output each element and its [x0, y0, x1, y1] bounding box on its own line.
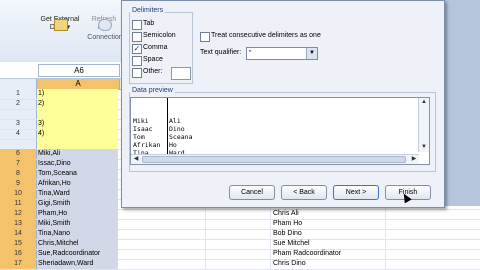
- scroll-left-icon[interactable]: ◀: [131, 155, 141, 164]
- text-qualifier-select[interactable]: " ▼: [246, 47, 318, 60]
- folder-icon: [54, 19, 68, 31]
- refresh-icon: [98, 19, 112, 31]
- cell-a[interactable]: 4): [37, 129, 118, 139]
- tab-checkbox[interactable]: [132, 20, 142, 30]
- preview-cell: Afrikan: [133, 141, 161, 149]
- cell-e[interactable]: Chris Ali: [273, 209, 383, 219]
- row-number[interactable]: 7: [0, 159, 36, 169]
- scroll-down-icon[interactable]: ▼: [419, 143, 429, 152]
- preview-row: Ali: [169, 117, 181, 125]
- cell-a[interactable]: Pham,Ho: [37, 209, 118, 219]
- formula-bar: A6: [0, 62, 125, 79]
- cell-a[interactable]: Gigi,Smith: [37, 199, 118, 209]
- cell-a[interactable]: 3): [37, 119, 118, 129]
- scroll-up-icon[interactable]: ▲: [419, 98, 429, 107]
- cell-a[interactable]: Miki,Smith: [37, 219, 118, 229]
- cell-a[interactable]: [37, 139, 118, 149]
- row-number[interactable]: 1: [0, 89, 36, 99]
- row-number[interactable]: 11: [0, 199, 36, 209]
- cell-a[interactable]: 2): [37, 99, 118, 109]
- space-checkbox[interactable]: [132, 56, 142, 66]
- cell-a[interactable]: [37, 109, 118, 119]
- preview-cell: Miki: [133, 117, 149, 125]
- preview-row: Miki: [133, 117, 149, 125]
- preview-row: Isaac: [133, 125, 153, 133]
- consecutive-delimiters-label: Treat consecutive delimiters as one: [211, 32, 321, 39]
- cell-e[interactable]: Sue Mitchel: [273, 239, 383, 249]
- cancel-button[interactable]: Cancel: [229, 185, 275, 200]
- tab-label: Tab: [143, 20, 155, 27]
- scroll-thumb[interactable]: [142, 156, 406, 163]
- preview-row: Dino: [169, 125, 185, 133]
- cell-a[interactable]: Sheriadawn,Ward: [37, 259, 118, 269]
- preview-cell: Sceana: [169, 133, 193, 141]
- row-number[interactable]: 6: [0, 149, 36, 159]
- row-number[interactable]: 14: [0, 229, 36, 239]
- cell-a[interactable]: Miki,Ali: [37, 149, 118, 159]
- cell-a[interactable]: Chris,Mitchel: [37, 239, 118, 249]
- connections-group-label: Connection: [87, 34, 123, 41]
- name-box[interactable]: A6: [38, 64, 120, 77]
- row-number[interactable]: 13: [0, 219, 36, 229]
- cell-a[interactable]: Afrikan,Ho: [37, 179, 118, 189]
- other-label: Other:: [143, 68, 163, 75]
- preview-row: Afrikan: [133, 141, 160, 149]
- preview-row: Ho: [169, 141, 177, 149]
- semicolon-label: Semicolon: [143, 32, 176, 39]
- back-button[interactable]: < Back: [281, 185, 327, 200]
- preview-row: Tom: [133, 133, 145, 141]
- chevron-down-icon[interactable]: ▼: [306, 48, 317, 59]
- cell-a[interactable]: Tina,Ward: [37, 189, 118, 199]
- row-number[interactable]: 4: [0, 129, 36, 139]
- scroll-right-icon[interactable]: ▶: [409, 155, 419, 164]
- ribbon: Get External Data ▾ Refresh All ▾ Connec…: [0, 0, 125, 63]
- table-row: 17 Sheriadawn,Ward Chris Dino: [0, 259, 480, 270]
- row-number[interactable]: 16: [0, 249, 36, 259]
- cell-a[interactable]: Tina,Nano: [37, 229, 118, 239]
- row-number[interactable]: 9: [0, 179, 36, 189]
- delimiters-legend: Delimiters: [130, 7, 166, 14]
- data-preview-pane[interactable]: Miki Ali Isaac Dino Tom Sceana Afrikan H…: [130, 97, 430, 165]
- cell-e[interactable]: Pham Ho: [273, 219, 383, 229]
- row-number[interactable]: 10: [0, 189, 36, 199]
- cell-a[interactable]: 1): [37, 89, 118, 99]
- cell-e[interactable]: Bob Dino: [273, 229, 383, 239]
- row-number[interactable]: 17: [0, 259, 36, 269]
- row-number[interactable]: 12: [0, 209, 36, 219]
- preview-horizontal-scrollbar[interactable]: ◀ ▶: [131, 154, 419, 164]
- dialog-backdrop-edge: [440, 0, 480, 206]
- row-number[interactable]: [0, 109, 36, 119]
- data-preview-legend: Data preview: [130, 87, 175, 94]
- row-number[interactable]: 2: [0, 99, 36, 109]
- row-number[interactable]: [0, 139, 36, 149]
- preview-cell: Ali: [169, 117, 181, 125]
- row-number[interactable]: 3: [0, 119, 36, 129]
- consecutive-delimiters-checkbox[interactable]: [200, 32, 210, 42]
- column-break-line[interactable]: [167, 98, 168, 162]
- preview-cell: Dino: [169, 125, 185, 133]
- preview-row: Sceana: [169, 133, 192, 141]
- cell-a[interactable]: Tom,Sceana: [37, 169, 118, 179]
- comma-checkbox[interactable]: ✓: [132, 44, 142, 54]
- preview-vertical-scrollbar[interactable]: ▲ ▼: [418, 98, 429, 152]
- preview-cell: Isaac: [133, 125, 153, 133]
- get-external-data-button[interactable]: Get External Data ▾: [32, 16, 88, 58]
- other-checkbox[interactable]: [132, 68, 142, 78]
- cell-e[interactable]: Chris Dino: [273, 259, 383, 269]
- cell-a[interactable]: Issac,Dino: [37, 159, 118, 169]
- row-number[interactable]: 8: [0, 169, 36, 179]
- cell-e[interactable]: Pham Radcoordinator: [273, 249, 383, 259]
- column-header-a[interactable]: A: [36, 79, 120, 89]
- text-qualifier-label: Text qualifier:: [200, 49, 242, 56]
- comma-label: Comma: [143, 44, 168, 51]
- preview-cell: Tom: [133, 133, 145, 141]
- next-button[interactable]: Next >: [333, 185, 379, 200]
- row-number[interactable]: 15: [0, 239, 36, 249]
- semicolon-checkbox[interactable]: [132, 32, 142, 42]
- cell-a[interactable]: Sue,Radcoordinator: [37, 249, 118, 259]
- space-label: Space: [143, 56, 163, 63]
- other-delimiter-input[interactable]: [171, 67, 191, 80]
- preview-cell: Ho: [169, 141, 177, 149]
- text-qualifier-value: ": [249, 50, 252, 57]
